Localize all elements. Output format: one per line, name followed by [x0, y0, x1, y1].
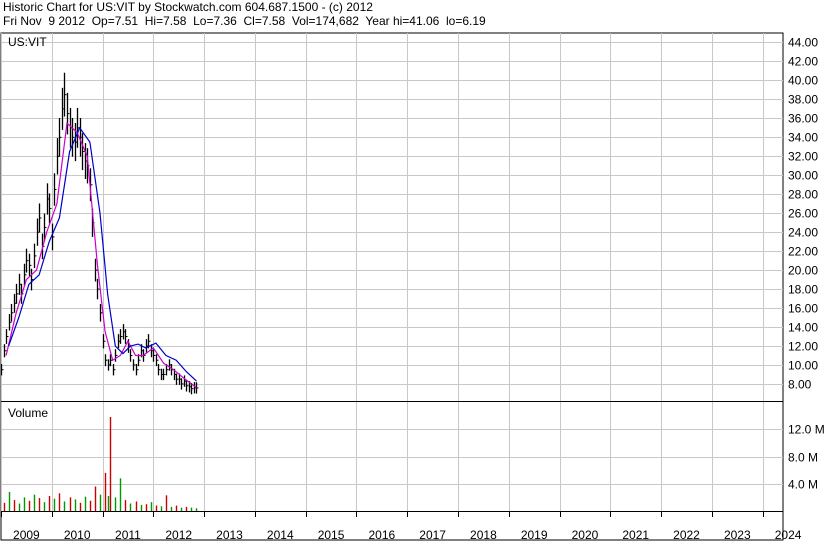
chart-frame: [0, 32, 784, 541]
price-y-tick-label: 22.00: [788, 245, 818, 259]
x-tick-label: 2023: [724, 528, 751, 542]
x-tick-label: 2014: [267, 528, 294, 542]
stock-chart: US:VIT Volume 8.00 10.00 12.00 14.00 16.00 18…: [0, 32, 825, 542]
price-y-tick-label: 16.00: [788, 302, 818, 316]
x-tick-label: 2016: [368, 528, 395, 542]
price-y-tick-label: 12.00: [788, 340, 818, 354]
price-y-tick-label: 36.00: [788, 112, 818, 126]
x-ticks: 2009 2010 2011 2012 2013 2014 2015 2016 2017 2018…: [1, 511, 802, 542]
x-tick-label: 2011: [115, 528, 141, 542]
price-y-tick-label: 20.00: [788, 264, 818, 278]
price-y-tick-label: 26.00: [788, 207, 818, 221]
x-tick-label: 2019: [521, 528, 548, 542]
x-tick-label: 2017: [419, 528, 446, 542]
price-y-tick-label: 34.00: [788, 131, 818, 145]
x-tick-label: 2024: [775, 528, 802, 542]
x-tick-label: 2013: [216, 528, 243, 542]
price-y-tick-label: 42.00: [788, 55, 818, 69]
x-tick-label: 2015: [318, 528, 345, 542]
volume-y-tick-label: 12.0 M: [788, 423, 825, 437]
price-y-tick-label: 32.00: [788, 150, 818, 164]
x-tick-label: 2021: [622, 528, 649, 542]
price-y-tick-label: 28.00: [788, 188, 818, 202]
volume-y-ticks: 4.0 M 8.0 M 12.0 M: [788, 423, 825, 492]
grid-lines: [1, 33, 783, 511]
volume-panel-label: Volume: [8, 406, 48, 420]
x-tick-label: 2012: [165, 528, 192, 542]
price-y-tick-label: 14.00: [788, 321, 818, 335]
price-panel-label: US:VIT: [8, 35, 47, 49]
price-y-ticks: 8.00 10.00 12.00 14.00 16.00 18.00 20.00 22.00 2…: [788, 36, 818, 392]
volume-y-tick-label: 8.0 M: [788, 451, 818, 465]
x-tick-label: 2009: [13, 528, 40, 542]
volume-y-tick-label: 4.0 M: [788, 478, 818, 492]
x-tick-label: 2020: [572, 528, 599, 542]
volume-bars: [3, 416, 198, 511]
x-tick-label: 2022: [673, 528, 700, 542]
moving-average-line: [8, 126, 197, 382]
price-y-tick-label: 18.00: [788, 283, 818, 297]
price-y-tick-label: 24.00: [788, 226, 818, 240]
price-y-tick-label: 10.00: [788, 359, 818, 373]
price-y-tick-label: 30.00: [788, 169, 818, 183]
price-y-tick-label: 44.00: [788, 36, 818, 50]
price-y-tick-label: 38.00: [788, 93, 818, 107]
price-y-tick-label: 8.00: [788, 378, 812, 392]
price-y-tick-label: 40.00: [788, 74, 818, 88]
x-tick-label: 2010: [64, 528, 91, 542]
x-tick-label: 2018: [470, 528, 497, 542]
